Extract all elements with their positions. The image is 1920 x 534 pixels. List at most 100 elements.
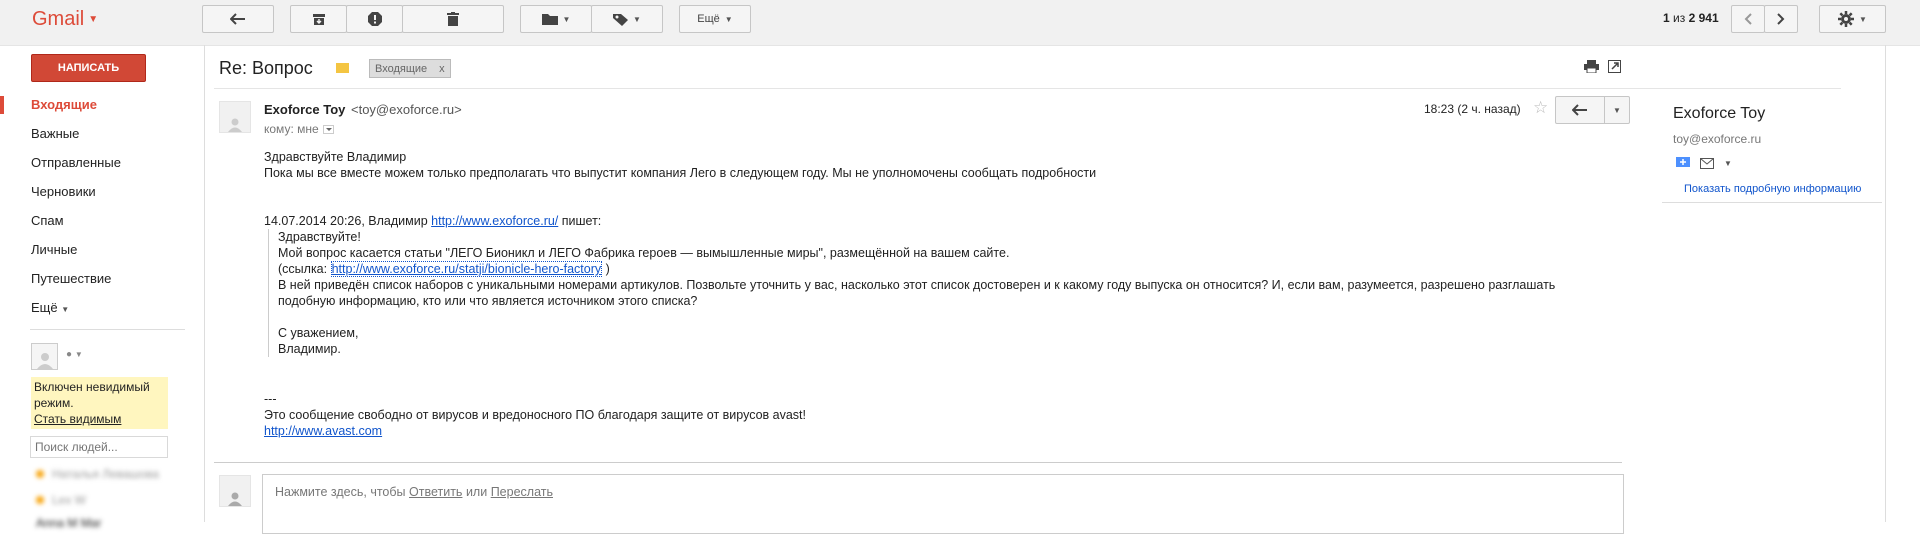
spam-icon — [367, 12, 382, 26]
sender-avatar — [219, 101, 251, 133]
sidebar-item-spam[interactable]: Спам — [31, 213, 64, 228]
back-button[interactable] — [202, 5, 274, 33]
add-contact-icon[interactable] — [1676, 157, 1690, 169]
people-search-input[interactable] — [30, 436, 168, 458]
star-icon[interactable]: ☆ — [1533, 98, 1548, 118]
sidebar-item-sent[interactable]: Отправленные — [31, 155, 121, 170]
label-chip-inbox[interactable]: Входящие x — [369, 59, 451, 78]
chevron-down-icon[interactable]: ▼ — [1724, 159, 1732, 168]
sidebar-item-inbox[interactable]: Входящие — [31, 97, 97, 112]
quote-line: подобную информацию, кто или что являетс… — [278, 294, 698, 308]
compose-label: НАПИСАТЬ — [57, 62, 120, 74]
quote-line: Здравствуйте! — [278, 230, 361, 244]
sidebar-item-travel[interactable]: Путешествие — [31, 271, 111, 286]
reply-link[interactable]: Ответить — [409, 485, 462, 499]
print-button[interactable] — [1584, 60, 1599, 76]
chevron-down-icon: ▼ — [74, 350, 83, 359]
trash-icon — [447, 12, 459, 26]
quote-link-prefix: (ссылка: — [278, 262, 328, 276]
contact-panel-divider — [1662, 202, 1882, 203]
compose-button[interactable]: НАПИСАТЬ — [31, 54, 146, 82]
recipient-line: кому: мне — [264, 122, 334, 136]
person-icon — [228, 118, 242, 132]
body-line: Пока мы все вместе можем только предпола… — [264, 166, 1097, 180]
show-details-link[interactable]: Показать подробную информацию — [1684, 183, 1861, 195]
sidebar-item-drafts[interactable]: Черновики — [31, 184, 96, 199]
report-spam-button[interactable] — [346, 5, 403, 33]
signature-dash: --- — [264, 392, 277, 406]
become-visible-link[interactable]: Стать видимым — [34, 412, 121, 426]
label-chip-text: Входящие — [375, 62, 428, 75]
pager-range: 1 — [1663, 11, 1670, 25]
more-actions-dropdown[interactable]: ▼ — [1605, 97, 1629, 123]
quote-header: 14.07.2014 20:26, Владимир http://www.ex… — [264, 213, 1624, 229]
quote-link-suffix: ) — [605, 262, 610, 276]
quote-line: Мой вопрос касается статьи "ЛЕГО Бионикл… — [278, 246, 1010, 260]
chat-contact[interactable]: Наталья Левашова — [36, 467, 159, 481]
person-icon — [36, 353, 53, 369]
email-icon[interactable] — [1700, 157, 1714, 169]
archive-button[interactable] — [290, 5, 347, 33]
quote-header-link[interactable]: http://www.exoforce.ru/ — [431, 214, 558, 228]
article-link[interactable]: http://www.exoforce.ru/statji/bionicle-h… — [330, 261, 603, 277]
invisible-line1: Включен невидимый — [34, 380, 150, 394]
away-status-icon — [36, 496, 44, 504]
quick-reply-box[interactable]: Нажмите здесь, чтобы Ответить или Пересл… — [262, 474, 1624, 534]
chevron-down-icon: ▼ — [633, 14, 641, 24]
chat-status-menu[interactable]: ● ▼ — [66, 349, 83, 360]
more-button[interactable]: Ещё ▼ — [679, 5, 751, 33]
new-window-button[interactable] — [1608, 60, 1621, 76]
print-icon — [1584, 60, 1599, 74]
reply-prompt-text: Нажмите здесь, чтобы — [275, 485, 406, 499]
settings-button[interactable]: ▼ — [1819, 5, 1886, 33]
logo-text: Gmail — [32, 8, 85, 30]
signature-link-line: http://www.avast.com — [264, 423, 1624, 439]
header-divider — [214, 88, 1841, 89]
contact-name: Lex W — [52, 493, 87, 507]
label-icon — [613, 13, 629, 26]
signature-text: Это сообщение свободно от вирусов и вред… — [264, 408, 806, 422]
sidebar-item-personal[interactable]: Личные — [31, 242, 77, 257]
sender-name[interactable]: Exoforce Toy — [264, 102, 345, 117]
chevron-down-icon: ▼ — [724, 14, 733, 24]
reply-button-group: ▼ — [1555, 96, 1630, 124]
sidebar-item-more[interactable]: Ещё ▼ — [31, 300, 69, 315]
quote-spacer — [278, 309, 1628, 325]
delete-button[interactable] — [402, 5, 504, 33]
chat-contact[interactable]: Lex W — [36, 493, 86, 507]
pager-of: из — [1673, 11, 1686, 25]
labels-button[interactable]: ▼ — [591, 5, 663, 33]
gmail-logo[interactable]: Gmail ▼ — [32, 8, 98, 31]
to-label: кому: мне — [264, 122, 319, 136]
reply-icon — [1572, 104, 1587, 116]
sidebar-item-important[interactable]: Важные — [31, 126, 79, 141]
forward-link[interactable]: Переслать — [491, 485, 553, 499]
message-time: 18:23 (2 ч. назад) — [1424, 102, 1521, 116]
contact-panel-actions: ▼ — [1676, 157, 1732, 169]
newer-button[interactable] — [1731, 5, 1765, 33]
status-dot-icon: ● — [66, 349, 73, 360]
archive-icon — [312, 13, 325, 25]
pagination-info: 1 из 2 941 — [1663, 11, 1719, 25]
reply-button[interactable] — [1556, 97, 1605, 123]
message-subject: Re: Вопрос — [219, 58, 313, 78]
chat-contact[interactable]: Anna M Mar — [36, 516, 101, 530]
back-arrow-icon — [230, 13, 245, 25]
contact-panel-email: toy@exoforce.ru — [1673, 132, 1762, 146]
avast-link[interactable]: http://www.avast.com — [264, 424, 382, 438]
invisible-mode-notice: Включен невидимый режим. Стать видимым — [31, 377, 168, 429]
move-to-button[interactable]: ▼ — [520, 5, 592, 33]
details-dropdown-icon[interactable] — [322, 125, 334, 134]
chevron-down-icon: ▼ — [1613, 105, 1621, 115]
important-marker-icon[interactable] — [336, 63, 349, 73]
sender-email: <toy@exoforce.ru> — [351, 102, 462, 117]
chevron-down-icon: ▼ — [562, 14, 571, 24]
close-icon[interactable]: x — [439, 63, 445, 75]
quote-line: В ней приведён список наборов с уникальн… — [278, 278, 1556, 292]
chevron-down-icon: ▼ — [1859, 14, 1867, 24]
reply-divider — [214, 462, 1622, 463]
contact-name: Anna M Mar — [36, 516, 102, 530]
chat-avatar[interactable] — [31, 343, 58, 370]
quote-line: С уважением, — [278, 326, 359, 340]
older-button[interactable] — [1764, 5, 1798, 33]
